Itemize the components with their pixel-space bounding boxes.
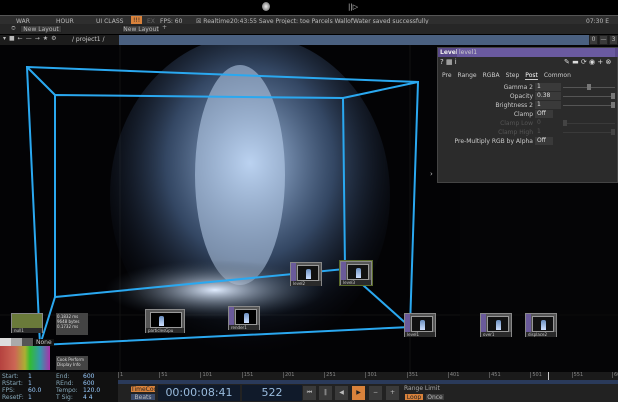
param-clamp[interactable]: Clamp Off <box>438 110 618 119</box>
ruler-tick-label: 201 <box>282 372 295 378</box>
path-bar: ▾■←—→★⚙ / project1 / 0 — 3 <box>0 35 618 45</box>
pause-button[interactable]: ‖ <box>318 385 333 401</box>
ruler-tick-label: 451 <box>489 372 501 378</box>
touchdesigner-logo-icon <box>262 2 270 11</box>
pathbar-button[interactable]: 0 <box>589 35 598 45</box>
param-brightness2[interactable]: Brightness 21 <box>438 101 618 110</box>
parameter-panel: Level level1 ? ▦ i ✎ ▬ ⟳ ◉ + ⊗ Pre Range… <box>437 47 618 183</box>
ruler-tick-label: 151 <box>241 372 254 378</box>
color-palette[interactable] <box>0 346 50 370</box>
tab-layout[interactable]: New Layout <box>20 25 62 33</box>
layout-bar: ⎊ New Layout New Layout + <box>0 24 618 34</box>
param-clamp-high: Clamp High 1 <box>438 128 618 137</box>
tab-range[interactable]: Range <box>458 72 477 80</box>
path-breadcrumb[interactable]: / project1 / <box>72 36 105 43</box>
frame-display[interactable]: 522 <box>242 385 302 401</box>
ruler-tick-label: 600 <box>612 372 618 378</box>
layout-icon[interactable]: ⎊ <box>11 25 16 33</box>
loop-button[interactable]: Loop <box>404 393 424 401</box>
none-label: None <box>34 339 54 346</box>
tab-post[interactable]: Post <box>525 72 538 80</box>
play-pause-icon[interactable]: ||▷ <box>348 3 358 11</box>
node-over1[interactable]: over1 <box>480 313 512 337</box>
ruler-tick-label: 551 <box>571 372 584 378</box>
cook-info: Cook Perform Display Info <box>56 356 88 370</box>
tab-layout[interactable]: New Layout <box>122 25 160 33</box>
play-forward-button[interactable]: ▶ <box>351 385 366 401</box>
menubar: WAR HOUR UI CLASS !!! EX FPS: 60 ☒ Realt… <box>0 15 618 25</box>
tab-step[interactable]: Step <box>506 72 520 80</box>
param-tabs: Pre Range RGBA Step Post Common <box>442 72 571 80</box>
ruler-tick-label: 351 <box>406 372 419 378</box>
ruler-tick-label: 301 <box>365 372 377 378</box>
node-render1[interactable]: render1 <box>228 306 260 330</box>
slider-handle[interactable] <box>611 102 615 108</box>
step-forward-button[interactable]: + <box>385 385 400 401</box>
tab-common[interactable]: Common <box>544 72 571 80</box>
beats-button[interactable]: Beats <box>130 393 156 401</box>
panel-icons-right[interactable]: ✎ ▬ ⟳ ◉ + ⊗ <box>564 58 611 66</box>
once-button[interactable]: Once <box>425 393 445 401</box>
pathbar-button[interactable]: — <box>599 35 608 45</box>
param-gamma2[interactable]: Gamma 21 <box>438 83 618 92</box>
pathbar-button[interactable]: 3 <box>609 35 618 45</box>
param-premultiply[interactable]: Pre-Multiply RGB by Alpha Off <box>438 137 618 146</box>
slider-handle[interactable] <box>611 93 615 99</box>
ruler-tick-label: 501 <box>530 372 542 378</box>
op-name-field[interactable]: level1 <box>457 48 615 57</box>
path-field[interactable] <box>119 35 589 45</box>
play-reverse-button[interactable]: ◀ <box>334 385 349 401</box>
param-opacity[interactable]: Opacity 0.38 <box>438 92 618 101</box>
ruler-tick-label: 101 <box>200 372 213 378</box>
ruler-tick-label: 1 <box>118 372 124 378</box>
range-limit-label: Range Limit <box>404 385 440 392</box>
slider-handle[interactable] <box>587 84 591 90</box>
timeline-info: Start: 1 End: 600 RStart: 1 REnd: 600 FPS: 60.0… <box>0 372 118 402</box>
panel-icons-left[interactable]: ? ▦ i <box>440 58 457 66</box>
ruler-tick-label: 251 <box>324 372 336 378</box>
add-layout-icon[interactable]: + <box>162 24 167 31</box>
node-particles[interactable]: particlesGpu <box>145 309 185 333</box>
ruler-tick-label: 51 <box>159 372 168 378</box>
panel-header: Level level1 <box>438 48 618 57</box>
node-null1[interactable]: null1 <box>11 313 43 333</box>
ruler-tick-label: 401 <box>447 372 460 378</box>
node-level3[interactable]: level3 <box>339 260 373 286</box>
color-palette-gray-row[interactable] <box>0 338 33 346</box>
viewer-arrow-icon[interactable]: › <box>430 170 433 178</box>
tab-pre[interactable]: Pre <box>442 72 452 80</box>
step-back-button[interactable]: − <box>368 385 383 401</box>
timecode-display[interactable]: 00:00:08:41 <box>158 385 240 401</box>
op-type: Level <box>440 49 458 56</box>
timecode-button[interactable]: TimeCode <box>130 385 161 393</box>
param-clamp-low: Clamp Low 0 <box>438 119 618 128</box>
node-level2[interactable]: level2 <box>290 262 322 286</box>
rewind-button[interactable]: ⏮ <box>302 385 317 401</box>
node-level1[interactable]: level1 <box>404 313 436 337</box>
toolbar-icons[interactable]: ▾■←—→★⚙ <box>3 35 60 42</box>
tab-rgba[interactable]: RGBA <box>483 72 500 80</box>
node-displace2[interactable]: displace2 <box>525 313 557 337</box>
timeline-ruler[interactable]: 151101151201251301351401451501551600 <box>118 372 618 384</box>
perform-stats: 0.1832 ms 9648 bytes 0.1732 ms <box>56 313 88 335</box>
